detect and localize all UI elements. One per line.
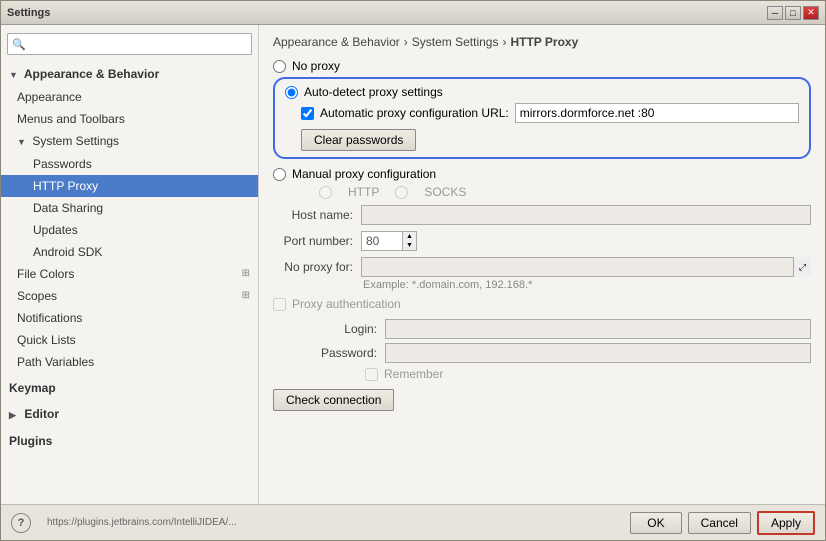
- remember-checkbox: [365, 368, 378, 381]
- spinner-up[interactable]: ▲: [403, 232, 416, 241]
- no-proxy-for-row: No proxy for: ⤢: [273, 257, 811, 277]
- auto-config-label: Automatic proxy configuration URL:: [320, 106, 509, 120]
- main-panel: Appearance & Behavior › System Settings …: [259, 25, 825, 504]
- no-proxy-label: No proxy: [292, 59, 340, 73]
- file-colors-icon: ⊞: [242, 265, 250, 283]
- host-name-row: Host name:: [273, 205, 811, 225]
- ok-button[interactable]: OK: [630, 512, 681, 534]
- sidebar-item-plugins[interactable]: Plugins: [1, 430, 258, 452]
- password-label: Password:: [297, 346, 377, 360]
- window-title: Settings: [7, 7, 767, 19]
- password-input: [385, 343, 811, 363]
- no-proxy-for-container: ⤢: [361, 257, 811, 277]
- toggle-icon: ▼: [9, 66, 21, 84]
- breadcrumb-sep1: ›: [404, 35, 408, 49]
- http-socks-row: HTTP SOCKS: [297, 185, 811, 199]
- sidebar-item-http-proxy[interactable]: HTTP Proxy: [1, 175, 258, 197]
- proxy-auth-label: Proxy authentication: [292, 297, 401, 311]
- sidebar-item-menus-toolbars[interactable]: Menus and Toolbars: [1, 108, 258, 130]
- close-button[interactable]: ✕: [803, 6, 819, 20]
- breadcrumb-sep2: ›: [502, 35, 506, 49]
- sidebar-item-file-colors[interactable]: File Colors ⊞: [1, 263, 258, 285]
- auto-detect-radio[interactable]: [285, 86, 298, 99]
- auto-detect-section: ➜ Auto-detect proxy settings Automatic p…: [273, 77, 811, 159]
- remember-row: Remember: [365, 367, 811, 381]
- sidebar-item-editor[interactable]: ▶ Editor: [1, 403, 258, 426]
- host-label: Host name:: [273, 208, 353, 222]
- settings-window: Settings ─ □ ✕ 🔍 ▼ Appearance & Behavior…: [0, 0, 826, 541]
- sidebar-item-updates[interactable]: Updates: [1, 219, 258, 241]
- title-bar: Settings ─ □ ✕: [1, 1, 825, 25]
- no-proxy-radio[interactable]: [273, 60, 286, 73]
- sidebar-item-system-settings[interactable]: ▼ System Settings: [1, 130, 258, 153]
- sidebar-item-passwords[interactable]: Passwords: [1, 153, 258, 175]
- remember-label: Remember: [384, 367, 443, 381]
- port-label: Port number:: [273, 234, 353, 248]
- check-connection-container: Check connection: [273, 389, 811, 411]
- clear-passwords-row: Clear passwords: [301, 129, 799, 151]
- search-box[interactable]: 🔍: [7, 33, 252, 55]
- login-row: Login:: [297, 319, 811, 339]
- bottom-bar: ? https://plugins.jetbrains.com/IntelliJ…: [1, 504, 825, 540]
- port-number-row: Port number: ▲ ▼: [273, 231, 811, 251]
- proxy-url-input[interactable]: [515, 103, 799, 123]
- sidebar-item-android-sdk[interactable]: Android SDK: [1, 241, 258, 263]
- cancel-button[interactable]: Cancel: [688, 512, 751, 534]
- auto-detect-option: Auto-detect proxy settings: [285, 85, 799, 99]
- login-label: Login:: [297, 322, 377, 336]
- check-connection-button[interactable]: Check connection: [273, 389, 394, 411]
- no-proxy-option: No proxy: [273, 59, 811, 73]
- maximize-button[interactable]: □: [785, 6, 801, 20]
- main-content: 🔍 ▼ Appearance & Behavior Appearance Men…: [1, 25, 825, 504]
- sidebar-item-appearance[interactable]: Appearance: [1, 86, 258, 108]
- spinner-down[interactable]: ▼: [403, 241, 416, 250]
- no-proxy-for-label: No proxy for:: [273, 260, 353, 274]
- socks-label: SOCKS: [424, 185, 466, 199]
- minimize-button[interactable]: ─: [767, 6, 783, 20]
- toggle-icon: ▼: [17, 133, 29, 151]
- password-row: Password:: [297, 343, 811, 363]
- socks-radio: [395, 186, 408, 199]
- sidebar-item-notifications[interactable]: Notifications: [1, 307, 258, 329]
- sidebar-item-quick-lists[interactable]: Quick Lists: [1, 329, 258, 351]
- manual-proxy-label: Manual proxy configuration: [292, 167, 436, 181]
- host-input: [361, 205, 811, 225]
- http-label: HTTP: [348, 185, 379, 199]
- sidebar-item-scopes[interactable]: Scopes ⊞: [1, 285, 258, 307]
- breadcrumb: Appearance & Behavior › System Settings …: [273, 35, 811, 49]
- auto-config-checkbox[interactable]: [301, 107, 314, 120]
- search-icon: 🔍: [12, 38, 26, 51]
- bottom-url-text: https://plugins.jetbrains.com/IntelliJID…: [37, 517, 624, 528]
- help-button[interactable]: ?: [11, 513, 31, 533]
- example-text: Example: *.domain.com, 192.168.*: [363, 279, 811, 291]
- breadcrumb-part3: HTTP Proxy: [510, 35, 578, 49]
- port-spinner[interactable]: ▲ ▼: [361, 231, 417, 251]
- toggle-icon: ▶: [9, 406, 21, 424]
- auto-detect-label: Auto-detect proxy settings: [304, 85, 443, 99]
- spinner-arrows: ▲ ▼: [402, 232, 416, 250]
- port-input: [362, 232, 402, 250]
- login-input: [385, 319, 811, 339]
- manual-proxy-radio[interactable]: [273, 168, 286, 181]
- sidebar-item-data-sharing[interactable]: Data Sharing: [1, 197, 258, 219]
- sidebar-item-path-variables[interactable]: Path Variables: [1, 351, 258, 373]
- breadcrumb-part1: Appearance & Behavior: [273, 35, 400, 49]
- scopes-icon: ⊞: [242, 287, 250, 305]
- proxy-auth-row: Proxy authentication: [273, 297, 811, 311]
- breadcrumb-part2: System Settings: [412, 35, 499, 49]
- title-bar-buttons: ─ □ ✕: [767, 6, 819, 20]
- sidebar-item-keymap[interactable]: Keymap: [1, 377, 258, 399]
- clear-passwords-button[interactable]: Clear passwords: [301, 129, 416, 151]
- search-input[interactable]: [29, 37, 247, 51]
- sidebar: 🔍 ▼ Appearance & Behavior Appearance Men…: [1, 25, 259, 504]
- apply-button[interactable]: Apply: [757, 511, 815, 535]
- auto-config-row: Automatic proxy configuration URL:: [301, 103, 799, 123]
- sidebar-item-appearance-behavior[interactable]: ▼ Appearance & Behavior: [1, 63, 258, 86]
- http-radio: [319, 186, 332, 199]
- proxy-auth-checkbox: [273, 298, 286, 311]
- manual-proxy-option: Manual proxy configuration: [273, 167, 811, 181]
- expand-button[interactable]: ⤢: [793, 257, 811, 277]
- no-proxy-for-input: [361, 257, 811, 277]
